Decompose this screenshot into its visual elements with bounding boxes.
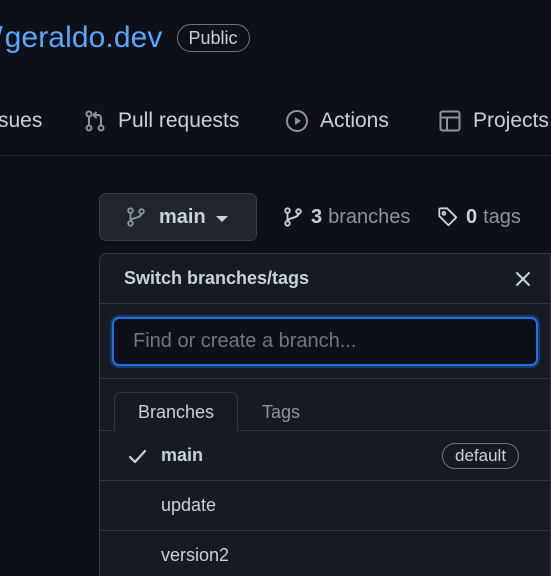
repo-name-link[interactable]: geraldo.dev — [5, 21, 163, 55]
dropdown-tabs: Branches Tags — [100, 379, 550, 432]
chevron-down-icon — [215, 215, 228, 222]
branch-item-main[interactable]: main default — [100, 431, 550, 481]
current-branch-label: main — [159, 205, 206, 228]
repo-title: / geraldo.dev Public — [0, 18, 250, 58]
default-badge: default — [442, 443, 520, 469]
tab-issues[interactable]: sues — [0, 104, 42, 138]
dropdown-header: Switch branches/tags — [100, 254, 550, 304]
branch-select-button[interactable]: main — [99, 193, 257, 241]
tags-count: 0 — [466, 205, 478, 228]
tab-actions-label: Actions — [320, 109, 389, 132]
tab-projects-label: Projects — [473, 109, 549, 132]
branch-filter-input[interactable] — [112, 317, 538, 366]
tab-pull-requests-label: Pull requests — [118, 109, 240, 132]
branch-item-label: version2 — [161, 545, 230, 565]
tab-projects[interactable]: Projects — [438, 104, 549, 138]
tab-actions[interactable]: Actions — [285, 104, 389, 138]
branch-item-label: main — [161, 445, 204, 465]
pull-request-icon — [85, 110, 105, 132]
dropdown-title: Switch branches/tags — [124, 268, 310, 288]
dropdown-filter — [100, 304, 550, 379]
tag-icon — [438, 207, 458, 227]
tab-pull-requests[interactable]: Pull requests — [83, 104, 239, 138]
branch-icon — [284, 207, 302, 227]
branch-item-label: update — [161, 495, 217, 515]
table-icon — [439, 110, 461, 132]
branch-item-version2[interactable]: version2 — [100, 531, 550, 576]
close-icon[interactable] — [514, 270, 532, 288]
play-circle-icon — [286, 110, 308, 132]
tags-label: tags — [483, 205, 521, 228]
branch-item-update[interactable]: update — [100, 481, 550, 531]
branches-label: branches — [328, 205, 411, 228]
tab-branches[interactable]: Branches — [114, 392, 238, 432]
branches-count: 3 — [311, 205, 323, 228]
branch-switch-dropdown: Switch branches/tags Branches Tags main … — [99, 253, 551, 576]
tab-tags[interactable]: Tags — [238, 392, 324, 432]
check-icon — [128, 449, 147, 464]
branches-link[interactable]: 3 branches — [282, 200, 410, 234]
repo-separator: / — [0, 20, 3, 56]
tab-issues-label: sues — [0, 109, 43, 132]
branch-icon — [127, 207, 145, 227]
repo-nav: sues Pull requests Actions Projects — [0, 96, 551, 156]
tags-link[interactable]: 0 tags — [437, 200, 521, 234]
visibility-badge: Public — [176, 24, 250, 52]
